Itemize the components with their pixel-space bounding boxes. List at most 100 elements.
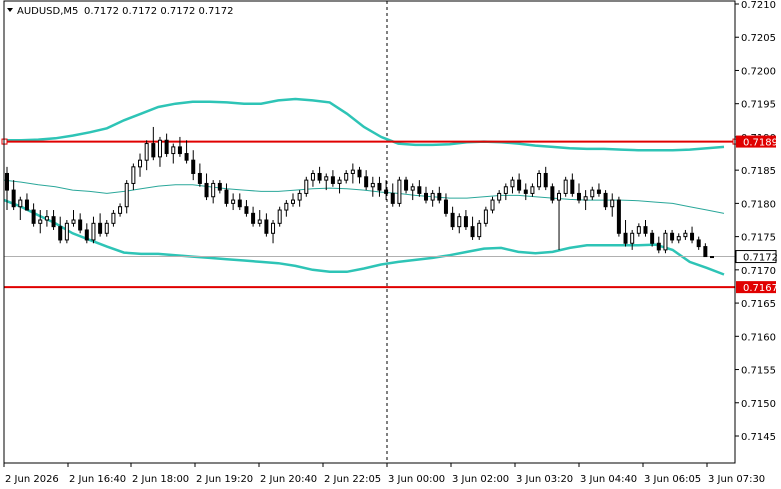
candle-body-down bbox=[237, 199, 242, 208]
candle-body-up bbox=[663, 232, 668, 251]
candle-body-up bbox=[350, 169, 355, 174]
candle bbox=[251, 206, 256, 227]
candle bbox=[124, 180, 129, 214]
candle bbox=[237, 193, 242, 211]
x-tick-label: 3 Jun 00:00 bbox=[388, 474, 445, 485]
candle bbox=[98, 213, 103, 237]
x-tick-label: 2 Jun 2026 bbox=[5, 474, 59, 485]
candle-body-down bbox=[424, 192, 429, 201]
candle bbox=[623, 220, 628, 247]
candle bbox=[690, 226, 695, 244]
level-price-tag: 0.7189 bbox=[736, 135, 778, 149]
symbol-timeframe: AUDUSD,M5 bbox=[17, 6, 78, 17]
candle-body-up bbox=[430, 192, 435, 201]
candle-body-down bbox=[404, 179, 409, 191]
candle bbox=[277, 206, 282, 227]
dropdown-arrow-icon[interactable] bbox=[7, 8, 13, 12]
candle-body-down bbox=[364, 176, 369, 188]
candle-body-up bbox=[344, 172, 349, 181]
candle-body-up bbox=[583, 196, 588, 201]
candle-body-up bbox=[64, 222, 69, 241]
candle bbox=[557, 190, 562, 250]
candle-body-down bbox=[191, 159, 196, 174]
candle-body-up bbox=[91, 222, 96, 241]
candle-body-down bbox=[24, 199, 29, 211]
candle bbox=[517, 173, 522, 194]
candle bbox=[377, 176, 382, 197]
candle-body-down bbox=[31, 209, 36, 224]
candle bbox=[151, 126, 156, 161]
candle bbox=[676, 233, 681, 244]
candle bbox=[364, 170, 369, 191]
candle-body-up bbox=[310, 172, 315, 181]
y-tick-label: 0.7195 bbox=[741, 100, 776, 111]
candle bbox=[470, 216, 475, 240]
candle bbox=[683, 229, 688, 240]
candle-body-up bbox=[537, 172, 542, 188]
candle-body-down bbox=[177, 146, 182, 155]
candle-body-up bbox=[131, 166, 136, 184]
candle-body-up bbox=[370, 182, 375, 188]
candle-body-up bbox=[710, 256, 714, 259]
candle-body-down bbox=[703, 246, 708, 258]
candle-body-up bbox=[483, 209, 488, 224]
price-chart[interactable]: 0.72100.72050.72000.71950.71900.71850.71… bbox=[0, 0, 781, 489]
candle bbox=[463, 210, 468, 230]
candle bbox=[530, 183, 535, 197]
candle bbox=[58, 216, 63, 244]
y-tick-label: 0.7155 bbox=[741, 366, 776, 377]
candle-body-down bbox=[330, 176, 335, 184]
candle-body-down bbox=[98, 222, 103, 234]
candle bbox=[317, 166, 322, 184]
candle-body-up bbox=[397, 179, 402, 204]
candle-body-down bbox=[204, 182, 209, 198]
candle-body-up bbox=[510, 179, 515, 188]
candle-body-up bbox=[636, 226, 641, 234]
candle-body-up bbox=[676, 236, 681, 241]
level-tag-text: 0.7167 bbox=[743, 283, 778, 294]
candle-body-up bbox=[630, 232, 635, 244]
candle-body-up bbox=[138, 159, 143, 168]
candle bbox=[211, 180, 216, 204]
candle bbox=[290, 193, 295, 207]
candle bbox=[224, 183, 229, 207]
candle bbox=[596, 183, 601, 197]
candle-body-up bbox=[71, 219, 76, 224]
candle bbox=[523, 183, 528, 201]
candle-body-up bbox=[38, 219, 43, 224]
candle-body-down bbox=[58, 226, 63, 241]
candle-body-up bbox=[337, 179, 342, 184]
x-tick-label: 2 Jun 18:00 bbox=[132, 474, 189, 485]
y-tick-label: 0.7185 bbox=[741, 166, 776, 177]
candle-body-down bbox=[596, 189, 601, 194]
candle bbox=[670, 229, 675, 244]
candle bbox=[443, 193, 448, 217]
candle-body-up bbox=[304, 179, 309, 194]
candle-body-down bbox=[264, 219, 269, 234]
x-tick-label: 2 Jun 19:20 bbox=[196, 474, 253, 485]
candle-body-down bbox=[690, 232, 695, 241]
y-tick-label: 0.7200 bbox=[741, 66, 776, 77]
candle-body-up bbox=[683, 232, 688, 238]
candle-body-down bbox=[5, 172, 9, 191]
candle-body-down bbox=[517, 179, 522, 191]
candle bbox=[636, 223, 641, 237]
candle bbox=[244, 200, 249, 217]
trading-chart-window[interactable]: 0.72100.72050.72000.71950.71900.71850.71… bbox=[0, 0, 781, 489]
candle-body-up bbox=[284, 202, 289, 211]
candle-body-down bbox=[417, 186, 422, 194]
y-tick-label: 0.7205 bbox=[741, 33, 776, 44]
candle bbox=[24, 193, 29, 211]
candle-body-up bbox=[157, 139, 162, 158]
candle bbox=[590, 186, 595, 201]
candle bbox=[104, 220, 109, 237]
candle bbox=[424, 186, 429, 204]
candlesticks bbox=[5, 126, 714, 259]
candle bbox=[710, 256, 714, 259]
candle-body-up bbox=[457, 216, 462, 228]
candle bbox=[616, 196, 621, 237]
candle bbox=[271, 220, 276, 244]
current-price-tag: 0.7172 bbox=[735, 250, 778, 264]
candle bbox=[510, 176, 515, 194]
candle bbox=[44, 210, 49, 227]
